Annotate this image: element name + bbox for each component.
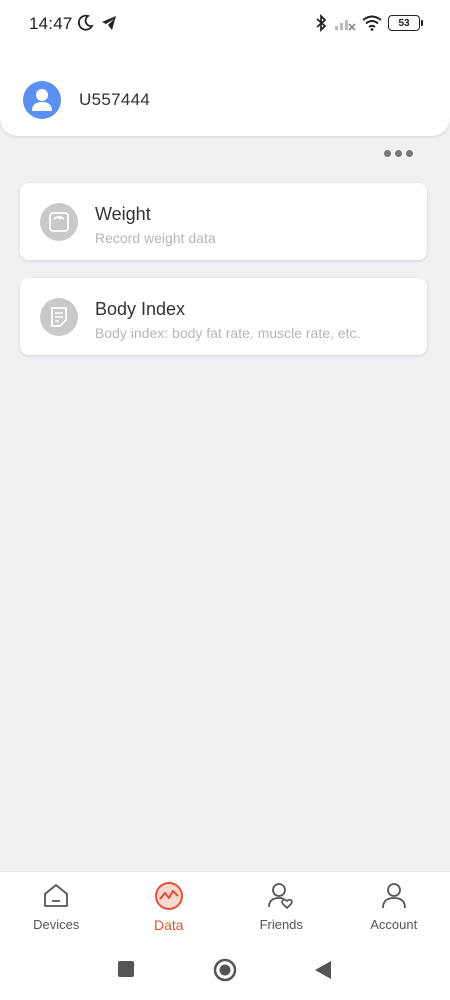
tab-data-label: Data	[153, 917, 184, 933]
bluetooth-icon	[316, 14, 327, 32]
battery-icon: 53	[388, 15, 423, 31]
status-left-icons	[76, 14, 118, 32]
telegram-icon	[102, 16, 116, 30]
weight-card[interactable]: Weight Record weight data	[20, 183, 427, 260]
status-time: 14:47	[29, 14, 73, 33]
status-bar: 14:47 53	[0, 0, 450, 48]
tab-devices-label: Devices	[33, 917, 80, 932]
more-dot-icon	[406, 150, 413, 157]
weight-card-title: Weight	[95, 204, 151, 224]
home-icon	[44, 884, 69, 907]
scale-icon	[40, 203, 78, 241]
home-circle-icon[interactable]	[213, 958, 237, 982]
bottom-tab-bar: Devices Data Friends Account	[0, 871, 450, 946]
system-nav-bar	[0, 946, 450, 1000]
more-dot-icon	[395, 150, 402, 157]
more-dot-icon	[384, 150, 391, 157]
tab-friends[interactable]: Friends	[225, 872, 338, 946]
avatar[interactable]	[23, 81, 61, 119]
user-name: U557444	[79, 90, 151, 109]
body-index-card[interactable]: Body Index Body index: body fat rate, mu…	[20, 278, 427, 355]
cellular-signal-icon	[335, 20, 356, 31]
body-index-card-subtitle: Body index: body fat rate, muscle rate, …	[95, 325, 361, 341]
screen: 14:47 53 U557444 Weight Record weight da…	[0, 0, 450, 1000]
tab-account-label: Account	[370, 917, 418, 932]
tab-account[interactable]: Account	[338, 872, 450, 946]
user-avatar-icon	[32, 89, 52, 111]
battery-level: 53	[398, 17, 410, 29]
tab-friends-label: Friends	[259, 917, 303, 932]
document-icon	[40, 298, 78, 336]
back-triangle-icon[interactable]	[314, 960, 332, 980]
tab-data[interactable]: Data	[113, 872, 226, 946]
moon-icon	[77, 14, 94, 31]
weight-card-subtitle: Record weight data	[95, 230, 216, 246]
status-right-icons: 53	[314, 14, 423, 32]
tab-devices[interactable]: Devices	[0, 872, 113, 946]
recents-square-icon[interactable]	[117, 960, 135, 978]
user-profile-row[interactable]: U557444	[23, 81, 150, 119]
person-icon	[381, 883, 406, 909]
more-options-button[interactable]	[384, 150, 413, 157]
header-card: 14:47 53 U557444	[0, 0, 450, 136]
chart-icon	[154, 882, 183, 910]
body-index-card-title: Body Index	[95, 299, 186, 319]
friends-icon	[268, 883, 294, 910]
wifi-icon	[362, 15, 382, 31]
